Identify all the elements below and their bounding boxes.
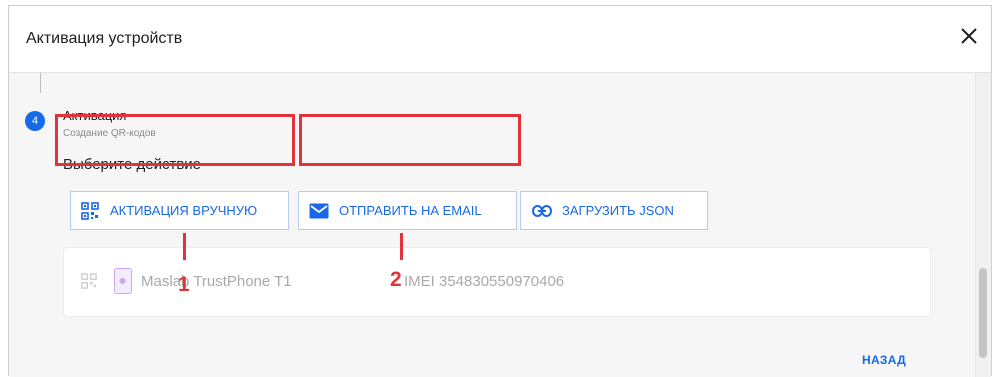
stepper-connector	[40, 73, 41, 93]
qr-code-icon	[80, 201, 100, 221]
activate-manually-button[interactable]: АКТИВАЦИЯ ВРУЧНУЮ	[70, 191, 289, 230]
link-icon	[532, 201, 552, 221]
send-email-button[interactable]: ОТПРАВИТЬ НА EMAIL	[298, 191, 517, 230]
upload-json-label: ЗАГРУЗИТЬ JSON	[562, 203, 674, 218]
activation-dialog: Активация устройств 4 Активация Создание…	[8, 5, 992, 377]
annotation-box-2	[299, 114, 521, 166]
envelope-icon	[309, 201, 329, 221]
annotation-box-1	[55, 114, 295, 166]
close-icon[interactable]	[957, 24, 981, 48]
annotation-number-2: 2	[390, 268, 402, 291]
qr-code-icon	[81, 273, 97, 289]
activate-manually-label: АКТИВАЦИЯ ВРУЧНУЮ	[110, 203, 258, 218]
annotation-number-1: 1	[178, 273, 190, 296]
scrollbar[interactable]	[975, 73, 991, 377]
annotation-line-2	[400, 233, 403, 260]
back-button[interactable]: НАЗАД	[862, 353, 906, 367]
device-imei: IMEI 354830550970406	[404, 273, 565, 290]
dialog-header: Активация устройств	[9, 6, 991, 73]
smartphone-icon	[114, 268, 132, 294]
scrollbar-thumb[interactable]	[979, 268, 987, 358]
device-row: Maslab TrustPhone T1 IMEI 35483055097040…	[63, 247, 931, 317]
upload-json-button[interactable]: ЗАГРУЗИТЬ JSON	[520, 191, 708, 230]
device-name: Maslab TrustPhone T1	[141, 273, 292, 290]
step-number-badge: 4	[25, 111, 45, 131]
dialog-title: Активация устройств	[26, 30, 183, 47]
send-email-label: ОТПРАВИТЬ НА EMAIL	[339, 203, 482, 218]
annotation-line-1	[183, 233, 186, 260]
